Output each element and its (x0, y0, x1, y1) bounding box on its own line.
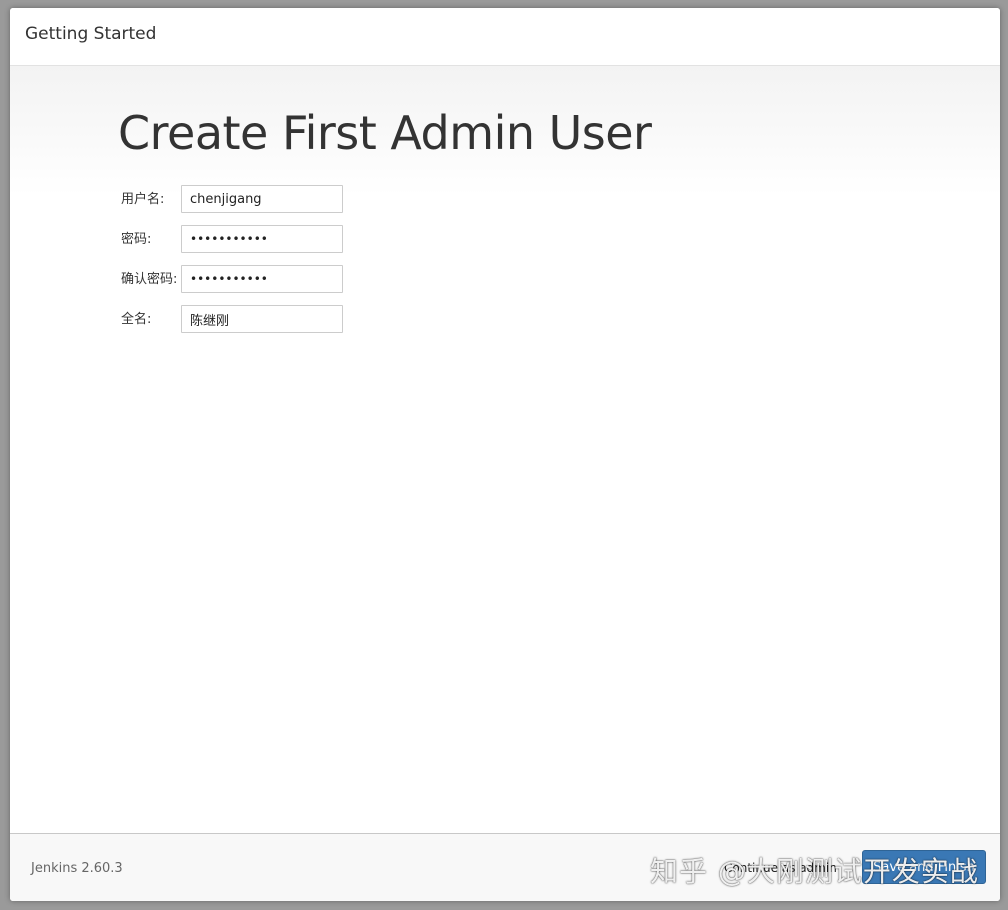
setup-wizard-dialog: Getting Started Create First Admin User … (10, 8, 1000, 901)
confirm-password-label: 确认密码: (121, 272, 178, 287)
confirm-password-input[interactable] (181, 265, 343, 293)
dialog-header: Getting Started (10, 8, 1000, 66)
jenkins-version: Jenkins 2.60.3 (31, 861, 123, 876)
password-row: 密码: (121, 225, 381, 255)
continue-as-admin-button[interactable]: Continue as admin (724, 858, 837, 878)
username-row: 用户名: (121, 185, 381, 215)
confirm-password-row: 确认密码: (121, 265, 381, 295)
password-label: 密码: (121, 232, 152, 247)
username-label: 用户名: (121, 192, 165, 207)
fullname-label: 全名: (121, 312, 152, 327)
page-title: Create First Admin User (118, 106, 652, 160)
password-input[interactable] (181, 225, 343, 253)
save-and-finish-button[interactable]: Save and Finish (862, 850, 986, 884)
username-input[interactable] (181, 185, 343, 213)
fullname-input[interactable] (181, 305, 343, 333)
dialog-footer: Jenkins 2.60.3 Continue as admin Save an… (10, 833, 1000, 901)
dialog-body: Create First Admin User 用户名: 密码: 确认密码: 全… (10, 66, 1000, 833)
fullname-row: 全名: (121, 305, 381, 335)
dialog-title: Getting Started (25, 24, 157, 44)
